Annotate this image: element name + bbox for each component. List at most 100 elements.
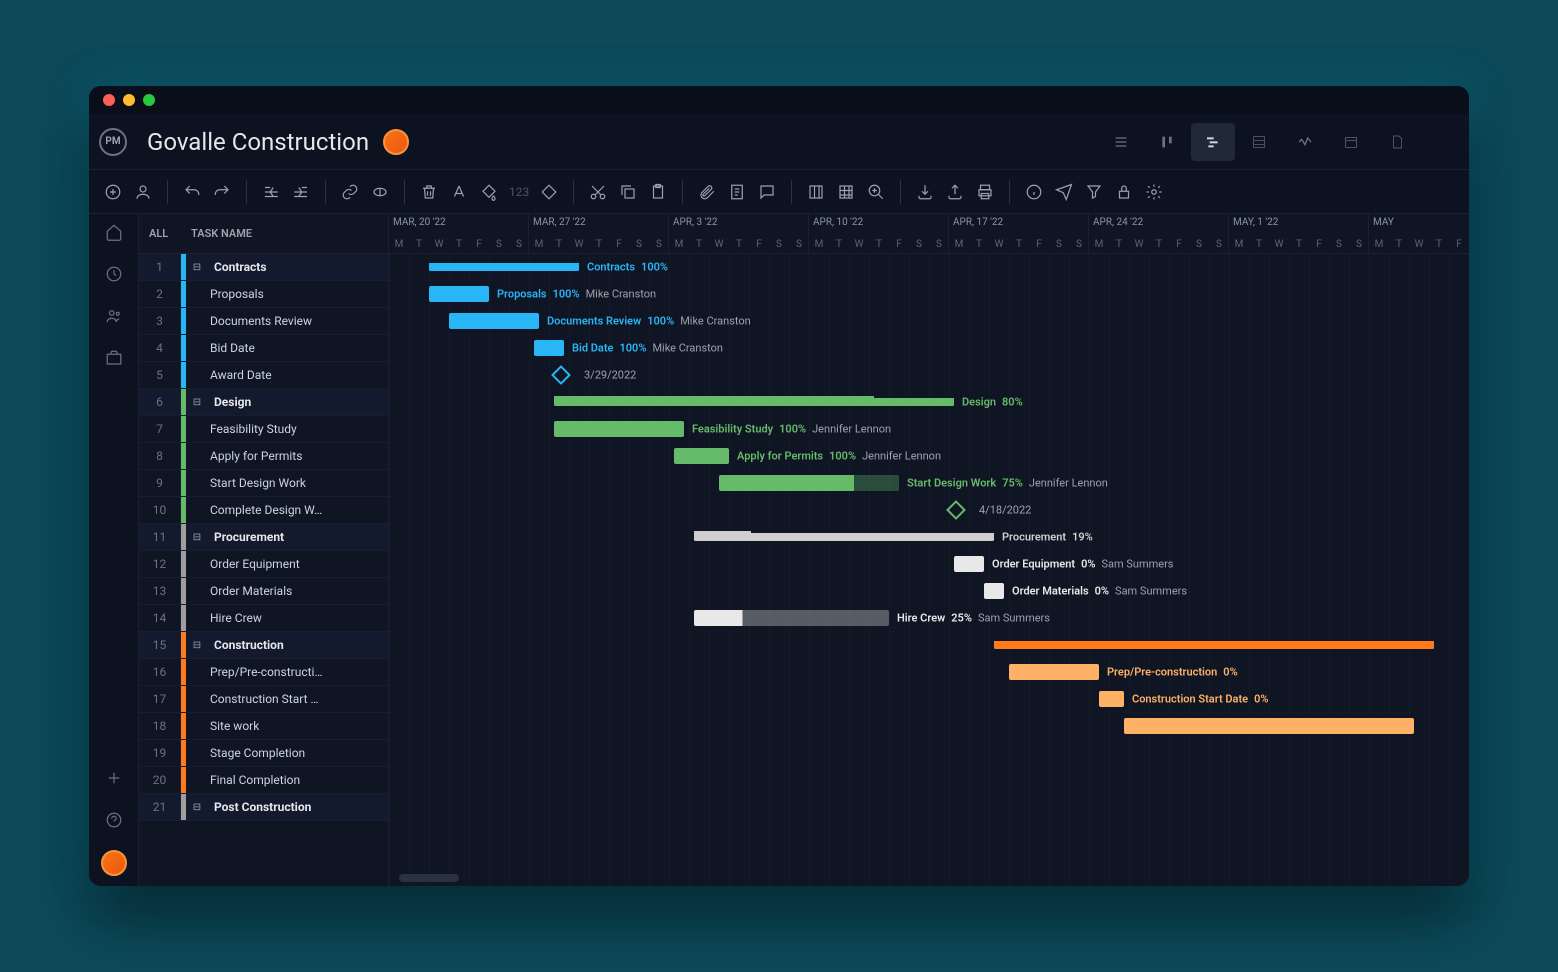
- task-bar[interactable]: Order Materials 0% Sam Summers: [984, 583, 1004, 599]
- task-bar[interactable]: Documents Review 100% Mike Cranston: [449, 313, 539, 329]
- view-tab-files[interactable]: [1375, 123, 1419, 161]
- collapse-icon[interactable]: ⊟: [190, 800, 204, 814]
- header-task-name[interactable]: TASK NAME: [191, 227, 252, 240]
- shape-button[interactable]: [535, 178, 563, 206]
- columns-button[interactable]: [802, 178, 830, 206]
- summary-bar[interactable]: [994, 641, 1434, 649]
- number-format-button[interactable]: 123: [505, 185, 533, 199]
- project-avatar[interactable]: [383, 129, 409, 155]
- indent-button[interactable]: [287, 178, 315, 206]
- task-row[interactable]: 11 ⊟ Procurement: [139, 524, 388, 551]
- task-row[interactable]: 12 Order Equipment: [139, 551, 388, 578]
- task-row[interactable]: 3 Documents Review: [139, 308, 388, 335]
- minimize-window-icon[interactable]: [123, 94, 135, 106]
- portfolio-icon[interactable]: [102, 346, 126, 370]
- send-button[interactable]: [1050, 178, 1078, 206]
- task-row[interactable]: 5 Award Date: [139, 362, 388, 389]
- maximize-window-icon[interactable]: [143, 94, 155, 106]
- task-bar[interactable]: Order Equipment 0% Sam Summers: [954, 556, 984, 572]
- gantt-row[interactable]: Order Equipment 0% Sam Summers: [389, 551, 1469, 578]
- help-icon[interactable]: [102, 808, 126, 832]
- comment-button[interactable]: [753, 178, 781, 206]
- task-row[interactable]: 4 Bid Date: [139, 335, 388, 362]
- task-bar[interactable]: Bid Date 100% Mike Cranston: [534, 340, 564, 356]
- redo-button[interactable]: [208, 178, 236, 206]
- text-color-button[interactable]: [445, 178, 473, 206]
- gantt-row[interactable]: Prep/Pre-construction 0%: [389, 659, 1469, 686]
- header-all[interactable]: ALL: [149, 227, 191, 240]
- milestone-icon[interactable]: [946, 500, 966, 520]
- lock-button[interactable]: [1110, 178, 1138, 206]
- task-bar[interactable]: Proposals 100% Mike Cranston: [429, 286, 489, 302]
- add-nav-icon[interactable]: [102, 766, 126, 790]
- task-row[interactable]: 2 Proposals: [139, 281, 388, 308]
- task-row[interactable]: 10 Complete Design W…: [139, 497, 388, 524]
- task-bar[interactable]: Prep/Pre-construction 0%: [1009, 664, 1099, 680]
- settings-button[interactable]: [1140, 178, 1168, 206]
- copy-button[interactable]: [614, 178, 642, 206]
- undo-button[interactable]: [178, 178, 206, 206]
- task-row[interactable]: 15 ⊟ Construction: [139, 632, 388, 659]
- task-row[interactable]: 1 ⊟ Contracts: [139, 254, 388, 281]
- collapse-icon[interactable]: ⊟: [190, 260, 204, 274]
- app-logo[interactable]: PM: [99, 128, 127, 156]
- unlink-button[interactable]: [366, 178, 394, 206]
- home-icon[interactable]: [102, 220, 126, 244]
- gantt-row[interactable]: 4/18/2022: [389, 497, 1469, 524]
- team-icon[interactable]: [102, 304, 126, 328]
- task-bar[interactable]: [1124, 718, 1414, 734]
- summary-bar[interactable]: Contracts 100%: [429, 263, 579, 271]
- notes-button[interactable]: [723, 178, 751, 206]
- import-button[interactable]: [911, 178, 939, 206]
- zoom-button[interactable]: [862, 178, 890, 206]
- task-row[interactable]: 18 Site work: [139, 713, 388, 740]
- gantt-body[interactable]: Contracts 100% Proposals 100% Mike Cranst…: [389, 254, 1469, 886]
- recent-icon[interactable]: [102, 262, 126, 286]
- gantt-row[interactable]: [389, 713, 1469, 740]
- export-button[interactable]: [941, 178, 969, 206]
- gantt-row[interactable]: Design 80%: [389, 389, 1469, 416]
- view-tab-gantt[interactable]: [1191, 123, 1235, 161]
- gantt-row[interactable]: Contracts 100%: [389, 254, 1469, 281]
- user-avatar[interactable]: [101, 850, 127, 876]
- task-bar[interactable]: Start Design Work 75% Jennifer Lennon: [719, 475, 899, 491]
- cut-button[interactable]: [584, 178, 612, 206]
- attachment-button[interactable]: [693, 178, 721, 206]
- gantt-row[interactable]: Start Design Work 75% Jennifer Lennon: [389, 470, 1469, 497]
- view-tab-sheet[interactable]: [1237, 123, 1281, 161]
- grid-button[interactable]: [832, 178, 860, 206]
- gantt-row[interactable]: [389, 632, 1469, 659]
- gantt-panel[interactable]: MAR, 20 '22 MTWTFSSMAR, 27 '22 MTWTFSSAP…: [389, 214, 1469, 886]
- fill-color-button[interactable]: [475, 178, 503, 206]
- task-row[interactable]: 21 ⊟ Post Construction: [139, 794, 388, 821]
- task-bar[interactable]: Feasibility Study 100% Jennifer Lennon: [554, 421, 684, 437]
- summary-bar[interactable]: Procurement 19%: [694, 533, 994, 541]
- gantt-row[interactable]: Feasibility Study 100% Jennifer Lennon: [389, 416, 1469, 443]
- gantt-row[interactable]: Order Materials 0% Sam Summers: [389, 578, 1469, 605]
- view-tab-calendar[interactable]: [1329, 123, 1373, 161]
- task-bar[interactable]: Construction Start Date 0%: [1099, 691, 1124, 707]
- horizontal-scrollbar[interactable]: [399, 874, 459, 882]
- task-row[interactable]: 14 Hire Crew: [139, 605, 388, 632]
- add-button[interactable]: [99, 178, 127, 206]
- gantt-row[interactable]: Proposals 100% Mike Cranston: [389, 281, 1469, 308]
- gantt-row[interactable]: 3/29/2022: [389, 362, 1469, 389]
- gantt-row[interactable]: [389, 794, 1469, 821]
- summary-bar[interactable]: Design 80%: [554, 398, 954, 406]
- gantt-row[interactable]: Documents Review 100% Mike Cranston: [389, 308, 1469, 335]
- view-tab-board[interactable]: [1145, 123, 1189, 161]
- info-button[interactable]: [1020, 178, 1048, 206]
- close-window-icon[interactable]: [103, 94, 115, 106]
- task-row[interactable]: 17 Construction Start …: [139, 686, 388, 713]
- delete-button[interactable]: [415, 178, 443, 206]
- link-button[interactable]: [336, 178, 364, 206]
- task-row[interactable]: 8 Apply for Permits: [139, 443, 388, 470]
- gantt-row[interactable]: [389, 767, 1469, 794]
- milestone-icon[interactable]: [551, 365, 571, 385]
- task-row[interactable]: 19 Stage Completion: [139, 740, 388, 767]
- gantt-row[interactable]: Apply for Permits 100% Jennifer Lennon: [389, 443, 1469, 470]
- filter-button[interactable]: [1080, 178, 1108, 206]
- task-row[interactable]: 7 Feasibility Study: [139, 416, 388, 443]
- gantt-row[interactable]: [389, 740, 1469, 767]
- gantt-row[interactable]: Hire Crew 25% Sam Summers: [389, 605, 1469, 632]
